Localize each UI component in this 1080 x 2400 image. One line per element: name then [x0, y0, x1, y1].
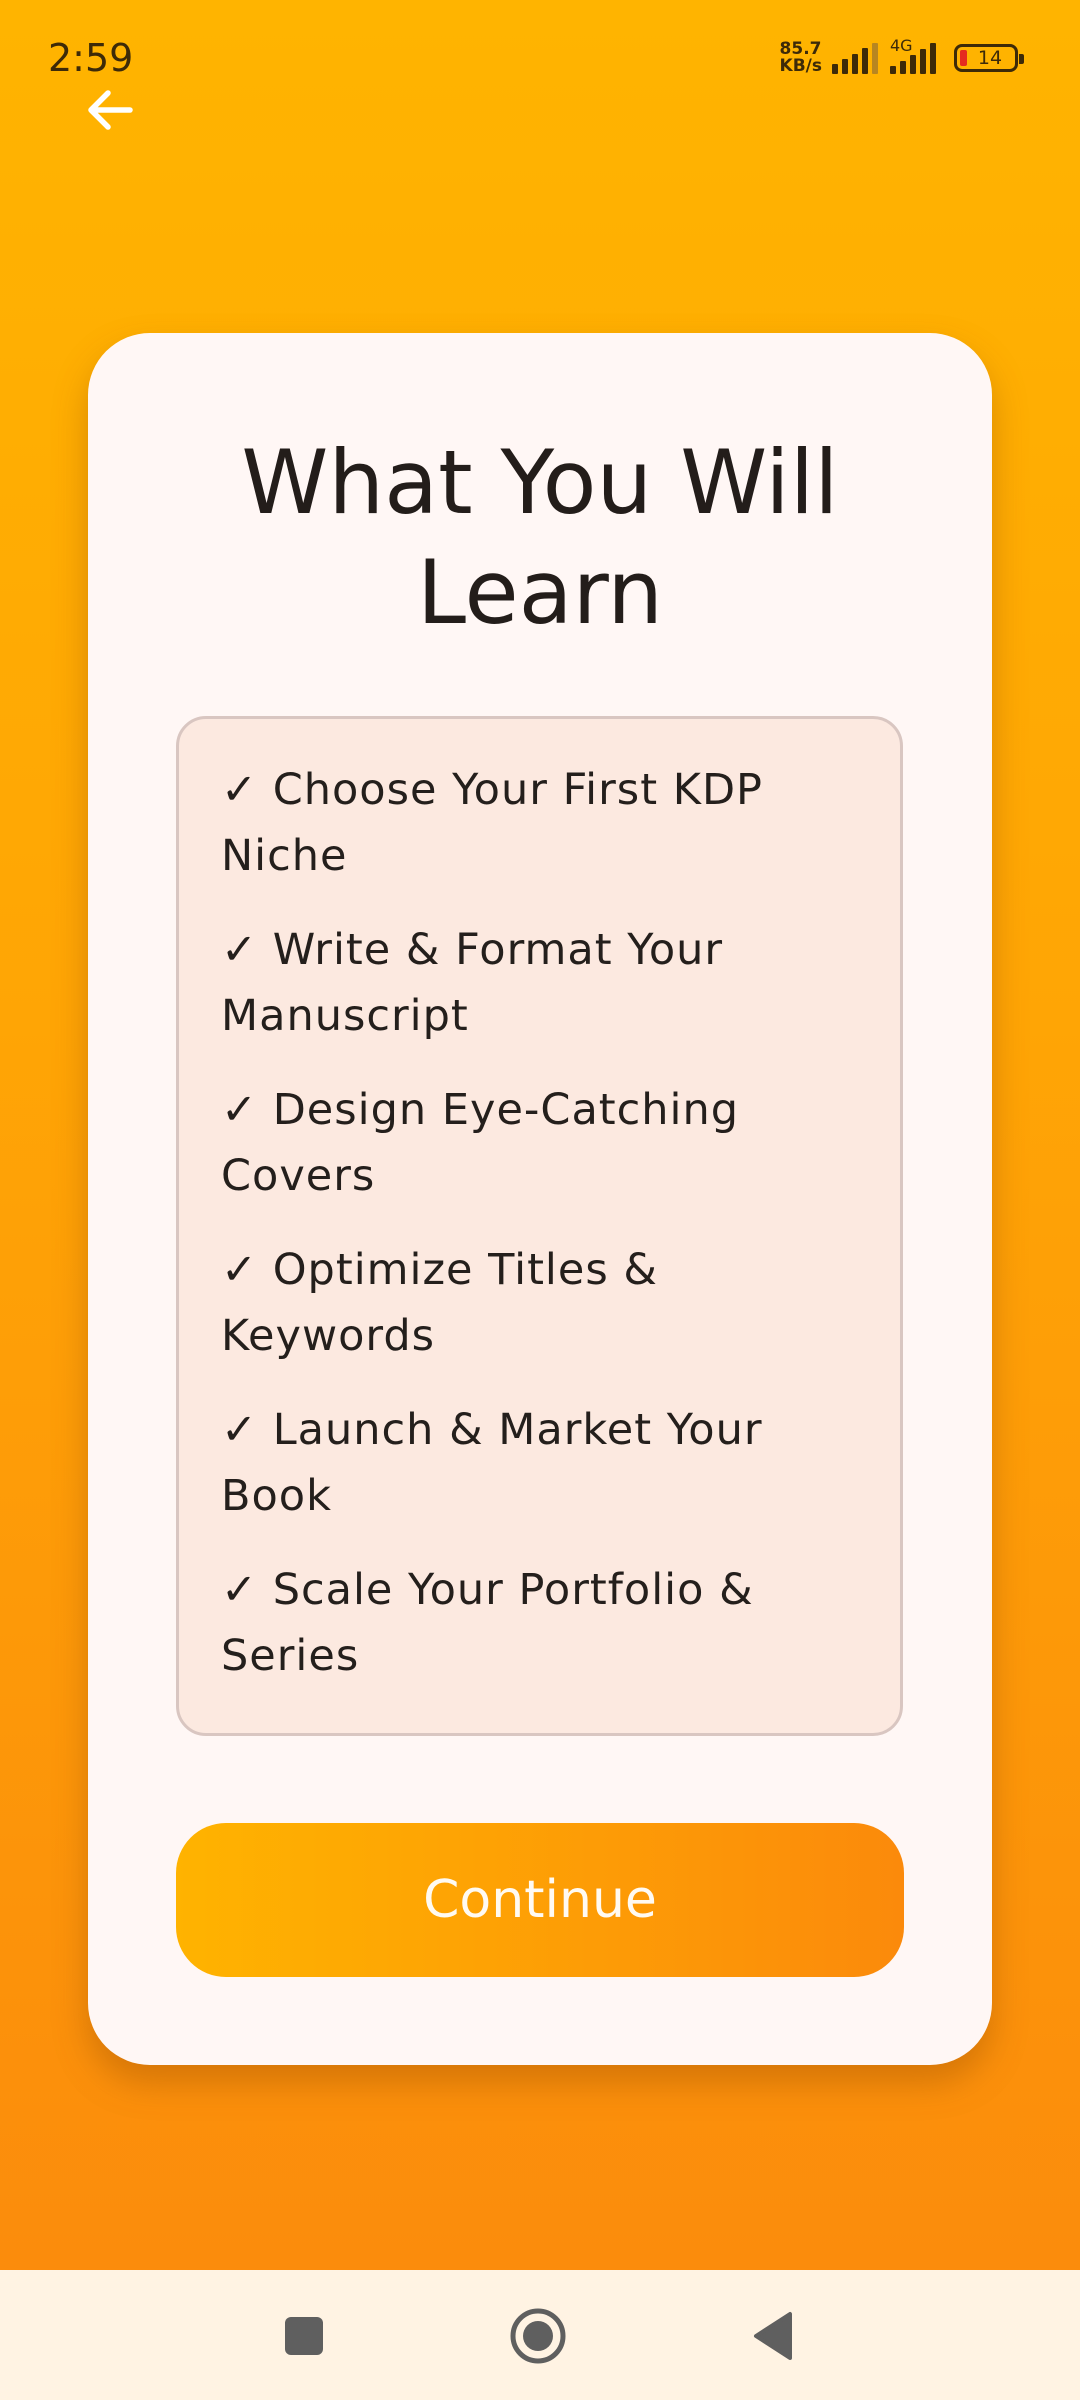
- recents-button[interactable]: [274, 2306, 334, 2366]
- battery-fill: [960, 50, 967, 66]
- triangle-left-icon: [754, 2312, 792, 2360]
- system-navigation-bar: [0, 2270, 1080, 2400]
- network-speed: 85.7 KB/s: [780, 41, 822, 75]
- status-bar: 2:59 85.7 KB/s 4G 14: [0, 0, 1080, 100]
- battery-icon: 14: [954, 44, 1024, 72]
- network-speed-unit: KB/s: [779, 56, 822, 76]
- list-item: ✓ Write & Format Your Manuscript: [221, 925, 724, 1041]
- battery-level: 14: [977, 47, 1003, 69]
- learn-card: What You Will Learn ✓ Choose Your First …: [88, 333, 992, 2065]
- continue-button[interactable]: Continue: [176, 1823, 904, 1977]
- list-item: ✓ Design Eye-Catching Covers: [221, 1085, 740, 1201]
- arrow-left-icon: [88, 90, 133, 130]
- circle-icon: [510, 2308, 566, 2364]
- page-title: What You Will Learn: [241, 431, 839, 644]
- back-button[interactable]: [80, 80, 140, 140]
- status-indicators: 85.7 KB/s 4G 14: [780, 36, 1024, 78]
- list-item: ✓ Optimize Titles & Keywords: [221, 1245, 658, 1361]
- signal-strength-icon: [832, 42, 878, 74]
- status-time: 2:59: [48, 36, 134, 80]
- cellular-signal-icon: 4G: [888, 36, 936, 74]
- square-icon: [285, 2317, 323, 2355]
- nav-back-button[interactable]: [744, 2306, 804, 2366]
- list-item: ✓ Choose Your First KDP Niche: [221, 765, 763, 881]
- list-item: ✓ Scale Your Portfolio & Series: [221, 1565, 754, 1681]
- network-type-label: 4G: [890, 36, 913, 55]
- home-button[interactable]: [508, 2306, 568, 2366]
- list-item: ✓ Launch & Market Your Book: [221, 1405, 763, 1521]
- learning-list: ✓ Choose Your First KDP Niche ✓ Write & …: [176, 716, 903, 1736]
